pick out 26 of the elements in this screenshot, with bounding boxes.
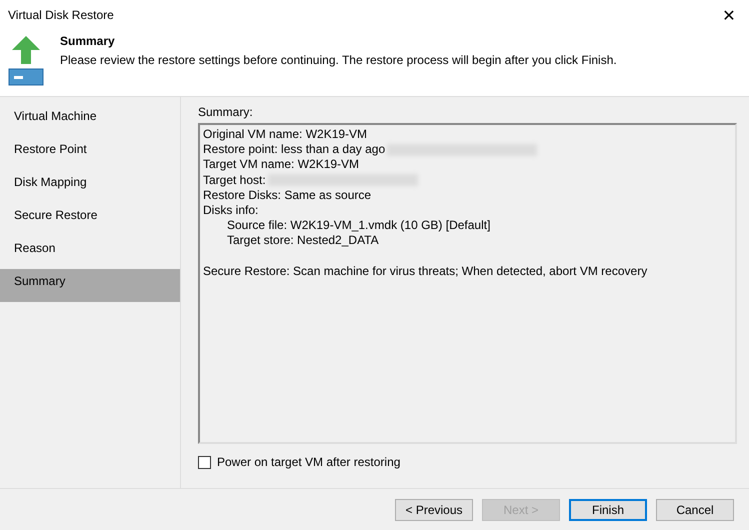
window-title: Virtual Disk Restore [8, 8, 114, 22]
sidebar-item[interactable]: Disk Mapping [0, 170, 180, 203]
header-description: Please review the restore settings before continuing. The restore process will begin after you click Finish. [60, 53, 617, 67]
summary-line: Disks info: [203, 203, 258, 218]
checkbox[interactable] [198, 456, 211, 468]
sidebar-item[interactable]: Reason [0, 236, 180, 269]
sidebar-item[interactable]: Restore Point [0, 137, 180, 170]
summary-line: Target host: [203, 172, 266, 188]
summary-line: Target store: Nested2_DATA [227, 233, 379, 249]
header-title: Summary [60, 34, 116, 48]
summary-line: Restore Disks: Same as source [203, 188, 372, 204]
close-button[interactable]: ✕ [709, 0, 749, 30]
dialog-button[interactable]: Cancel [656, 498, 734, 520]
dialog-button[interactable]: < Previous [395, 498, 473, 520]
summary-label: Summary: [198, 105, 254, 119]
sidebar-item[interactable]: Secure Restore [0, 203, 180, 236]
sidebar-item[interactable]: Virtual Machine [0, 104, 180, 137]
summary-line: Source file: W2K19-VM_1.vmdk (10 GB) [Default] [227, 218, 490, 234]
sidebar-item[interactable]: Summary [0, 269, 180, 302]
checkbox-label: Power on target VM after restoring [217, 455, 400, 469]
restore-disk-icon [8, 34, 44, 86]
summary-line: Original VM name: W2K19-VM [203, 127, 368, 142]
summary-line: Target VM name: W2K19-VM [203, 157, 360, 173]
dialog-button[interactable]: Finish [569, 498, 647, 520]
summary-line: Restore point: less than a day ago [203, 142, 386, 158]
summary-line: Secure Restore: Scan machine for virus threats; When detected, abort VM recovery [203, 264, 648, 279]
